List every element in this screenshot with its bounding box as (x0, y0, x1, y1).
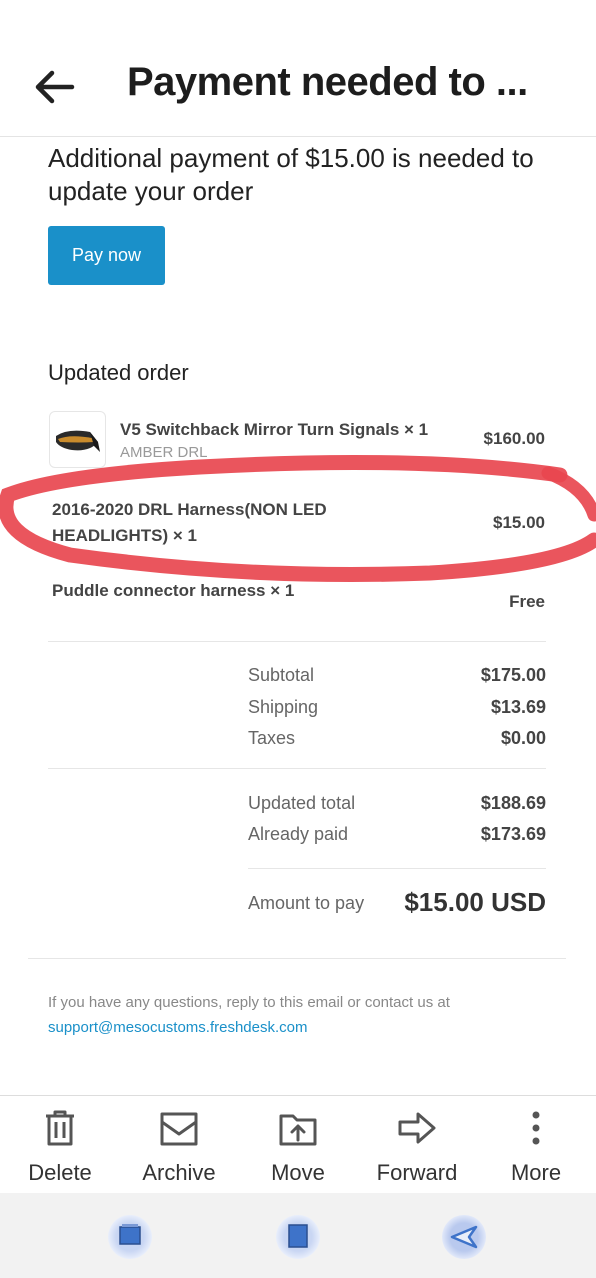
shipping-label: Shipping (248, 697, 319, 717)
more-icon (532, 1111, 540, 1145)
forward-button[interactable]: Forward (362, 1108, 472, 1186)
archive-label: Archive (142, 1160, 216, 1185)
move-button[interactable]: Move (243, 1108, 353, 1186)
taxes-value: $0.00 (500, 728, 546, 748)
annotation-circle (0, 455, 596, 583)
divider (48, 641, 546, 642)
divider (28, 958, 566, 959)
updated-total-label: Updated total (248, 793, 356, 813)
forward-label: Forward (376, 1160, 458, 1185)
email-action-toolbar: Delete Archive Move Forward More (0, 1095, 596, 1194)
more-button[interactable]: More (481, 1108, 591, 1186)
back-icon[interactable] (442, 1215, 486, 1259)
footer-message: If you have any questions, reply to this… (48, 994, 450, 1011)
recent-apps-icon[interactable] (108, 1215, 152, 1259)
move-icon (279, 1114, 317, 1146)
system-navigation-bar (0, 1193, 596, 1278)
shipping-value: $13.69 (490, 697, 546, 717)
pay-now-button[interactable]: Pay now (48, 226, 165, 285)
archive-icon (160, 1112, 198, 1146)
subtotal-label: Subtotal (248, 665, 315, 685)
page-title: Payment needed to ... (127, 60, 528, 104)
delete-button[interactable]: Delete (5, 1108, 115, 1186)
delete-icon (46, 1110, 74, 1146)
already-paid-label: Already paid (248, 824, 349, 844)
divider (48, 768, 546, 769)
already-paid-value: $173.69 (480, 824, 546, 844)
item-3-price: Free (509, 592, 545, 611)
item-1-price: $160.00 (483, 429, 545, 448)
more-label: More (510, 1160, 562, 1185)
move-label: Move (271, 1160, 325, 1185)
back-arrow-icon[interactable] (30, 62, 80, 112)
subtotal-value: $175.00 (480, 665, 546, 685)
divider (248, 868, 546, 869)
app-header: Payment needed to ... (0, 0, 596, 137)
amount-to-pay-label: Amount to pay (248, 893, 365, 913)
section-title: Updated order (48, 360, 189, 385)
updated-total-value: $188.69 (480, 793, 546, 813)
taxes-label: Taxes (248, 728, 296, 748)
footer-text: If you have any questions, reply to this… (48, 990, 558, 1040)
payment-headline: Additional payment of $15.00 is needed t… (48, 143, 534, 206)
item-1-name: V5 Switchback Mirror Turn Signals × 1 (120, 420, 429, 439)
home-icon[interactable] (276, 1215, 320, 1259)
amount-to-pay-value: $15.00 USD (404, 887, 546, 917)
forward-icon (398, 1112, 436, 1144)
support-email-link[interactable]: support@mesocustoms.freshdesk.com (48, 1019, 308, 1036)
archive-button[interactable]: Archive (124, 1108, 234, 1186)
delete-label: Delete (28, 1160, 92, 1185)
